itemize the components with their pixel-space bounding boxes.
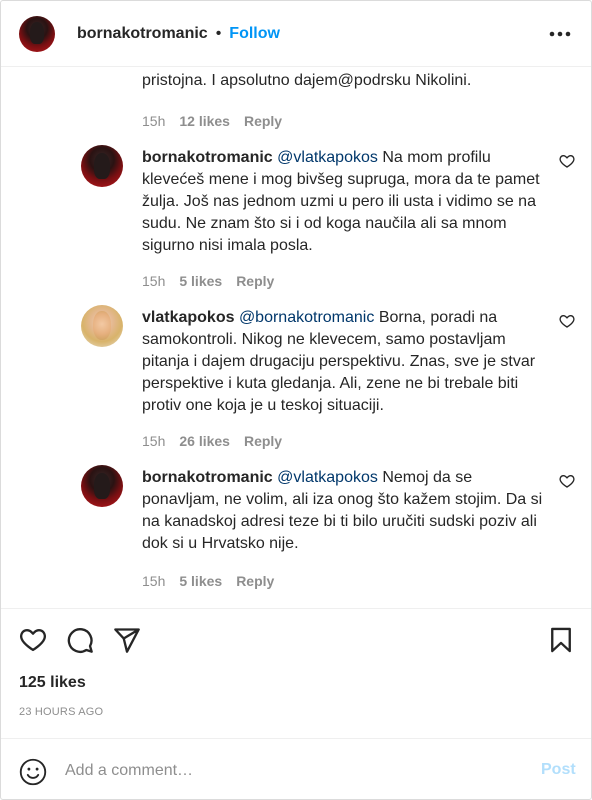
post-header: bornakotromanic • Follow	[1, 1, 591, 67]
more-horizontal-icon[interactable]	[549, 23, 571, 45]
comment-time[interactable]: 15h	[142, 113, 165, 129]
like-comment-heart-icon[interactable]	[559, 153, 575, 169]
comment-input[interactable]	[65, 759, 505, 783]
action-bar	[1, 608, 591, 668]
comment-text: bornakotromanic @vlatkapokos Na mom prof…	[142, 147, 547, 257]
partial-comment-text: pristojna. I apsolutno dajem@podrsku Nik…	[142, 72, 472, 89]
comment-text: bornakotromanic @vlatkapokos Nemoj da se…	[142, 467, 547, 555]
emoji-smile-icon[interactable]	[19, 758, 47, 786]
comment-author[interactable]: bornakotromanic	[142, 469, 273, 486]
comment-time[interactable]: 15h	[142, 573, 165, 589]
post-comment-button[interactable]: Post	[541, 761, 576, 779]
comment-text: vlatkapokos @bornakotromanic Borna, pora…	[142, 307, 547, 417]
comment-avatar[interactable]	[81, 145, 123, 187]
comment-likes[interactable]: 12 likes	[179, 113, 230, 129]
comment-mention[interactable]: @vlatkapokos	[277, 469, 378, 486]
post-timestamp[interactable]: 23 HOURS AGO	[19, 706, 103, 718]
comment-time[interactable]: 15h	[142, 273, 165, 289]
post-likes-count[interactable]: 125 likes	[19, 674, 86, 692]
author-avatar[interactable]	[19, 15, 55, 52]
comment-time[interactable]: 15h	[142, 433, 165, 449]
comment-mention[interactable]: @bornakotromanic	[239, 309, 374, 326]
comment-meta: 15h 5 likes Reply	[142, 573, 274, 589]
comment-meta: 15h 26 likes Reply	[142, 433, 282, 449]
reply-button[interactable]: Reply	[244, 433, 282, 449]
follow-button[interactable]: Follow	[229, 25, 280, 43]
heart-icon[interactable]	[19, 626, 49, 656]
comment-likes[interactable]: 5 likes	[179, 573, 222, 589]
comment-author[interactable]: bornakotromanic	[142, 149, 273, 166]
comment-avatar[interactable]	[81, 465, 123, 507]
share-plane-icon[interactable]	[113, 626, 143, 656]
add-comment-bar: Post	[1, 738, 591, 799]
author-username[interactable]: bornakotromanic	[77, 25, 208, 43]
comment-mention[interactable]: @vlatkapokos	[277, 149, 378, 166]
comment-likes[interactable]: 26 likes	[179, 433, 230, 449]
comment-meta: 15h 5 likes Reply	[142, 273, 274, 289]
reply-button[interactable]: Reply	[244, 113, 282, 129]
like-comment-heart-icon[interactable]	[559, 473, 575, 489]
bookmark-icon[interactable]	[547, 626, 577, 656]
reply-button[interactable]: Reply	[236, 573, 274, 589]
comments-list[interactable]: pristojna. I apsolutno dajem@podrsku Nik…	[1, 68, 591, 608]
header-separator: •	[215, 24, 222, 42]
comment-bubble-icon[interactable]	[66, 626, 96, 656]
reply-button[interactable]: Reply	[236, 273, 274, 289]
comment-likes[interactable]: 5 likes	[179, 273, 222, 289]
comment-avatar[interactable]	[81, 305, 123, 347]
comment-author[interactable]: vlatkapokos	[142, 309, 234, 326]
like-comment-heart-icon[interactable]	[559, 313, 575, 329]
post-panel: bornakotromanic • Follow pristojna. I ap…	[0, 0, 592, 800]
partial-comment-meta: 15h 12 likes Reply	[142, 113, 282, 129]
